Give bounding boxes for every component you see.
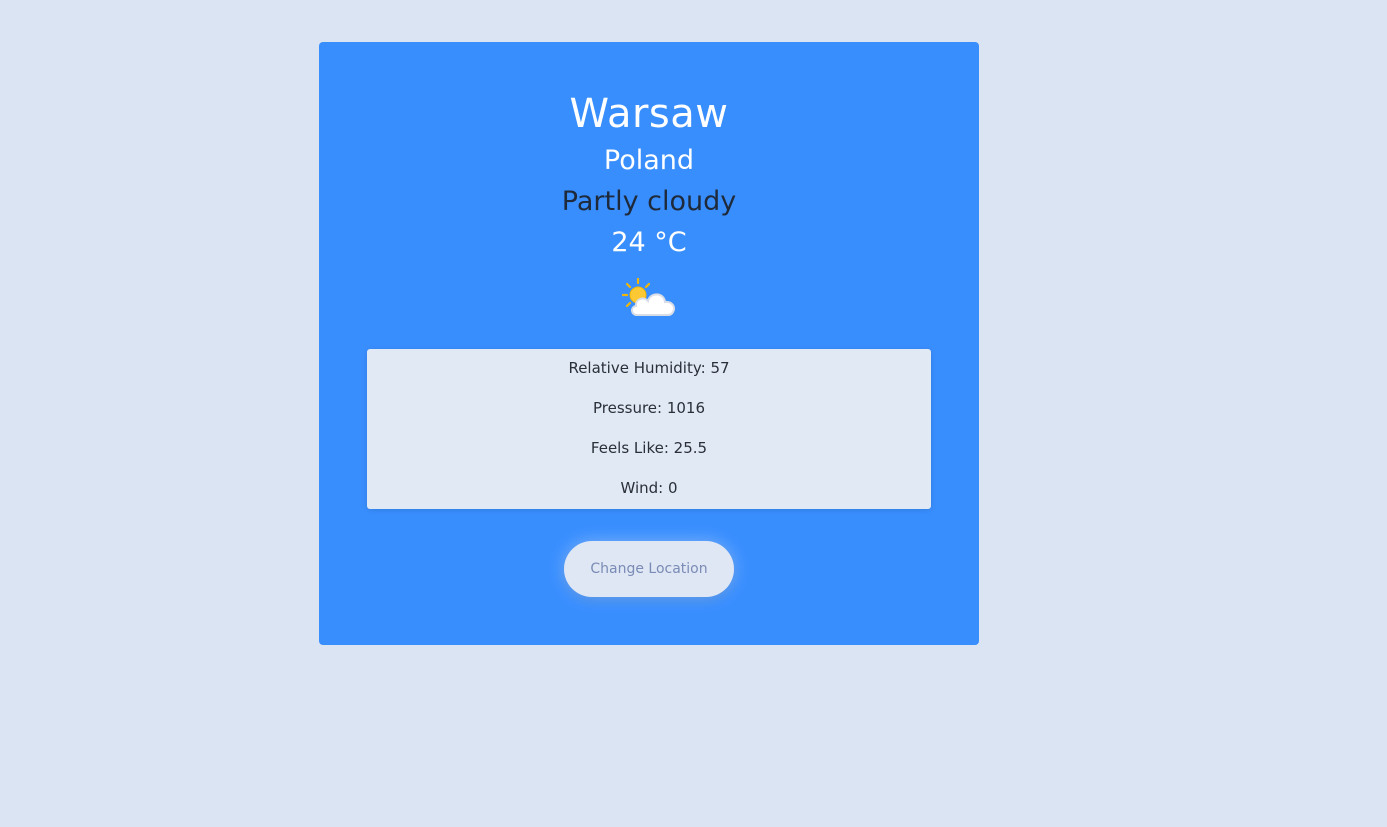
- weather-condition: Partly cloudy: [561, 186, 737, 217]
- temperature: 24 °C: [611, 227, 687, 258]
- country-name: Poland: [603, 145, 695, 176]
- feels-like-detail: Feels Like: 25.5: [590, 439, 708, 457]
- wind-detail: Wind: 0: [620, 479, 678, 497]
- pressure-detail: Pressure: 1016: [592, 399, 706, 417]
- humidity-detail: Relative Humidity: 57: [568, 359, 730, 377]
- change-location-button[interactable]: Change Location: [564, 541, 734, 597]
- weather-card: Warsaw Poland Partly cloudy 24 °C Relati…: [319, 42, 979, 645]
- city-name: Warsaw: [569, 91, 729, 137]
- partly-cloudy-icon: [621, 277, 675, 316]
- weather-details-panel: Relative Humidity: 57 Pressure: 1016 Fee…: [367, 349, 931, 509]
